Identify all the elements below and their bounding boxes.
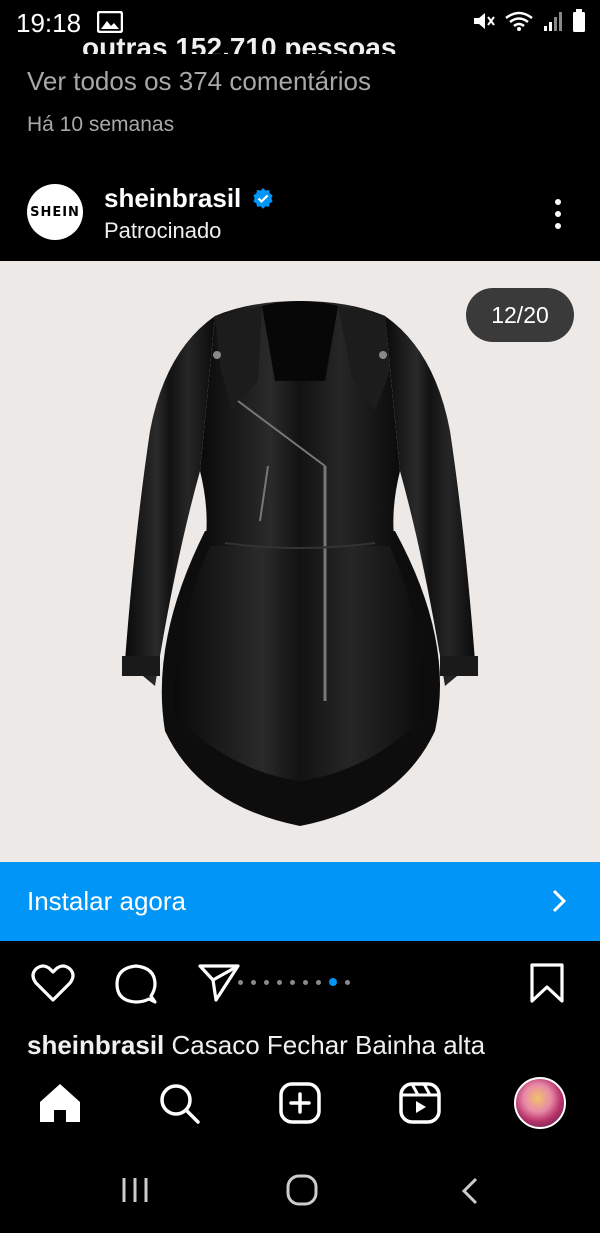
carousel-counter: 12/20	[466, 288, 574, 342]
cta-label: Instalar agora	[27, 886, 186, 916]
heart-icon[interactable]	[30, 962, 76, 1004]
caption-text: Casaco Fechar Bainha alta	[171, 1030, 486, 1056]
install-now-button[interactable]: Instalar agora	[0, 862, 600, 941]
carousel-dot	[238, 979, 243, 985]
previous-likes-text: outras 152.710 pessoas	[82, 32, 397, 54]
reels-icon[interactable]	[398, 1082, 442, 1124]
carousel-dot	[316, 979, 321, 985]
search-icon[interactable]	[158, 1082, 202, 1124]
leather-jacket-image	[122, 301, 478, 826]
status-time: 19:18	[16, 8, 82, 38]
chevron-right-icon	[552, 889, 567, 913]
carousel-dot	[251, 979, 256, 985]
carousel-dot	[345, 979, 350, 985]
system-navigation-bar	[0, 1148, 600, 1233]
carousel-dot	[264, 979, 269, 985]
view-comments-link[interactable]: Ver todos os 374 comentários	[27, 66, 371, 97]
post-media-image[interactable]	[0, 261, 600, 862]
sponsored-label: Patrocinado	[104, 218, 222, 243]
post-username[interactable]: sheinbrasil	[104, 183, 275, 214]
carousel-dot	[303, 979, 308, 985]
back-icon[interactable]	[458, 1176, 482, 1206]
bookmark-icon[interactable]	[528, 962, 566, 1004]
battery-icon	[573, 9, 585, 32]
post-time-ago: Há 10 semanas	[27, 113, 175, 136]
home-circle-icon[interactable]	[285, 1173, 319, 1207]
bottom-tab-bar	[0, 1068, 600, 1140]
carousel-dot	[329, 978, 337, 986]
signal-icon	[544, 12, 562, 31]
post-caption: sheinbrasil Casaco Fechar Bainha alta	[27, 1030, 485, 1056]
shein-avatar[interactable]: SHEIN	[27, 184, 83, 240]
carousel-dot	[290, 979, 295, 985]
comment-icon[interactable]	[113, 962, 159, 1006]
home-icon[interactable]	[38, 1082, 82, 1124]
carousel-dots	[238, 978, 350, 986]
username-label: sheinbrasil	[104, 183, 242, 213]
recents-icon[interactable]	[120, 1176, 150, 1204]
verified-badge-icon	[253, 187, 273, 209]
wifi-icon	[505, 11, 533, 31]
create-icon[interactable]	[278, 1082, 322, 1124]
caption-username[interactable]: sheinbrasil	[27, 1030, 164, 1056]
profile-avatar[interactable]	[514, 1077, 566, 1129]
status-icons	[472, 9, 586, 33]
more-options-icon[interactable]	[546, 196, 570, 232]
carousel-dot	[277, 979, 282, 985]
mute-icon	[474, 13, 495, 29]
gallery-notification-icon	[97, 11, 123, 33]
share-icon[interactable]	[196, 962, 242, 1004]
